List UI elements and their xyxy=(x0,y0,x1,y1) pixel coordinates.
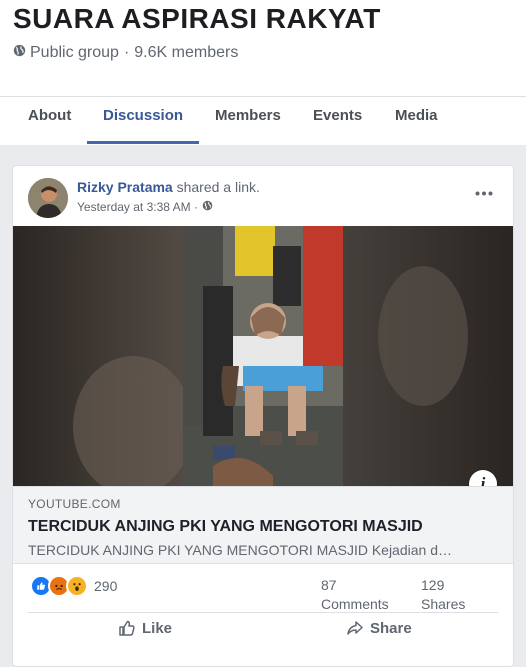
wow-reaction-icon xyxy=(66,575,88,597)
tab-media[interactable]: Media xyxy=(395,97,438,145)
active-tab-indicator xyxy=(87,141,199,144)
tab-events[interactable]: Events xyxy=(313,97,362,145)
group-tabs: About Discussion Members Events Media xyxy=(0,96,526,145)
share-arrow-icon xyxy=(347,621,363,635)
reaction-count: 290 xyxy=(94,578,118,594)
globe-icon xyxy=(13,44,26,62)
group-title[interactable]: SUARA ASPIRASI RAKYAT xyxy=(13,3,381,35)
shares-number: 129 xyxy=(421,577,445,593)
tab-about[interactable]: About xyxy=(28,97,71,145)
comments-count[interactable]: 87 Comments xyxy=(321,576,389,614)
share-button[interactable]: Share xyxy=(346,619,412,637)
share-button-label: Share xyxy=(370,619,412,637)
avatar[interactable] xyxy=(28,178,68,218)
comments-number: 87 xyxy=(321,577,337,593)
like-button[interactable]: Like xyxy=(118,619,172,637)
tab-members[interactable]: Members xyxy=(215,97,281,145)
more-horizontal-icon xyxy=(475,183,493,201)
link-domain: YOUTUBE.COM xyxy=(28,497,121,511)
post-timestamp-line: Yesterday at 3:38 AM · xyxy=(77,200,213,214)
reactions-summary[interactable]: 290 xyxy=(30,575,117,597)
post-author-name[interactable]: Rizky Pratama xyxy=(77,179,173,195)
like-button-label: Like xyxy=(142,619,173,637)
tab-discussion[interactable]: Discussion xyxy=(103,97,183,145)
shares-count[interactable]: 129 Shares xyxy=(421,576,465,614)
post-action-text: shared a link. xyxy=(176,179,260,195)
group-header: SUARA ASPIRASI RAKYAT Public group · 9.6… xyxy=(0,0,526,145)
post-card: Rizky Pratama shared a link. Yesterday a… xyxy=(12,165,514,667)
group-members-count[interactable]: 9.6K members xyxy=(134,44,238,62)
post-timestamp[interactable]: Yesterday at 3:38 AM · xyxy=(77,200,198,214)
meta-separator: · xyxy=(123,44,130,61)
action-bar-divider xyxy=(28,612,498,613)
group-meta: Public group · 9.6K members xyxy=(13,44,238,62)
link-title[interactable]: TERCIDUK ANJING PKI YANG MENGOTORI MASJI… xyxy=(28,518,423,536)
link-preview[interactable]: YOUTUBE.COM TERCIDUK ANJING PKI YANG MEN… xyxy=(13,486,513,564)
globe-icon xyxy=(202,200,213,214)
post-author-line: Rizky Pratama shared a link. xyxy=(77,179,260,195)
more-options-button[interactable] xyxy=(471,182,497,202)
link-description: TERCIDUK ANJING PKI YANG MENGOTORI MASJI… xyxy=(28,542,452,558)
link-preview-image[interactable]: i xyxy=(13,226,513,486)
thumbs-up-icon xyxy=(119,620,135,636)
group-privacy: Public group xyxy=(30,44,119,61)
